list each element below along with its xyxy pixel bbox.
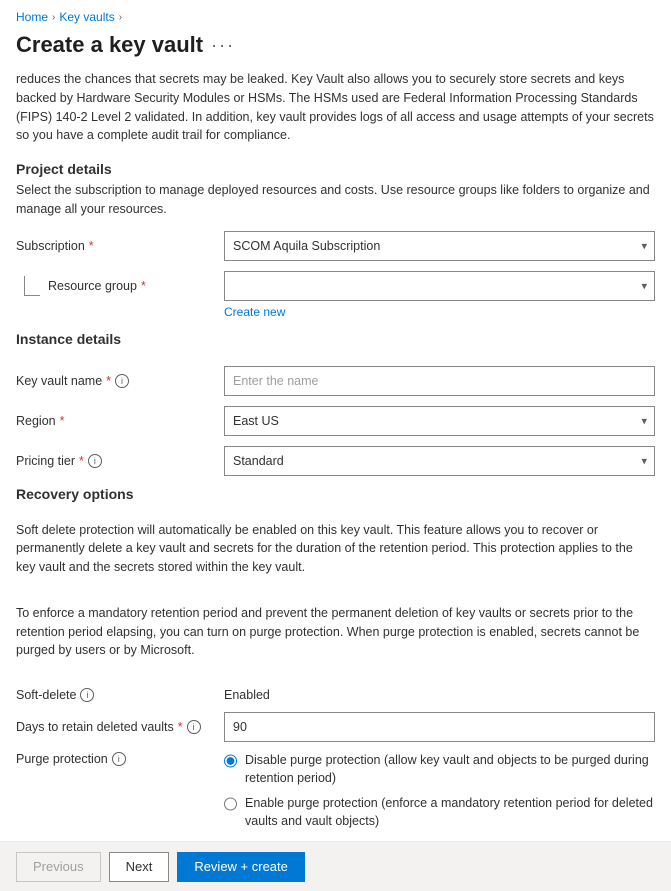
- recovery-text-1: Soft delete protection will automaticall…: [16, 521, 655, 577]
- instance-details-title: Instance details: [16, 331, 655, 347]
- region-control: East US ▾: [224, 406, 655, 436]
- purge-protection-disable-label: Disable purge protection (allow key vaul…: [245, 752, 655, 787]
- soft-delete-label: Soft-delete i: [16, 688, 216, 702]
- region-select-wrapper: East US ▾: [224, 406, 655, 436]
- subscription-control: SCOM Aquila Subscription ▾: [224, 231, 655, 261]
- pricing-tier-required: *: [79, 454, 84, 468]
- footer: Previous Next Review + create: [0, 841, 671, 891]
- resource-group-row: Resource group * ▾: [16, 271, 655, 301]
- subscription-select-wrapper: SCOM Aquila Subscription ▾: [224, 231, 655, 261]
- days-retain-label: Days to retain deleted vaults * i: [16, 720, 216, 734]
- days-retain-input[interactable]: 90: [224, 712, 655, 742]
- resource-group-indent: [24, 276, 40, 296]
- days-retain-required: *: [178, 720, 183, 734]
- purge-protection-enable-radio[interactable]: [224, 797, 237, 811]
- resource-group-select[interactable]: [224, 271, 655, 301]
- days-retain-row: Days to retain deleted vaults * i 90: [16, 712, 655, 742]
- purge-protection-disable-option[interactable]: Disable purge protection (allow key vaul…: [224, 752, 655, 787]
- more-options-icon[interactable]: ···: [211, 35, 235, 56]
- region-label: Region *: [16, 414, 216, 428]
- page-title: Create a key vault: [16, 32, 203, 58]
- key-vault-name-required: *: [106, 374, 111, 388]
- soft-delete-info-icon[interactable]: i: [80, 688, 94, 702]
- pricing-tier-row: Pricing tier * i Standard ▾: [16, 446, 655, 476]
- subscription-select[interactable]: SCOM Aquila Subscription: [224, 231, 655, 261]
- breadcrumb-home[interactable]: Home: [16, 10, 48, 24]
- key-vault-name-info-icon[interactable]: i: [115, 374, 129, 388]
- days-retain-control: 90: [224, 712, 655, 742]
- breadcrumb-chevron-2: ›: [119, 12, 122, 23]
- intro-text: reduces the chances that secrets may be …: [16, 70, 655, 145]
- purge-protection-enable-option[interactable]: Enable purge protection (enforce a manda…: [224, 795, 655, 830]
- purge-protection-row: Purge protection i Disable purge protect…: [16, 752, 655, 830]
- key-vault-name-input[interactable]: [224, 366, 655, 396]
- recovery-options-title: Recovery options: [16, 486, 655, 502]
- purge-protection-label: Purge protection i: [16, 752, 216, 766]
- breadcrumb-chevron-1: ›: [52, 12, 55, 23]
- resource-group-control: ▾: [224, 271, 655, 301]
- key-vault-name-label: Key vault name * i: [16, 374, 216, 388]
- project-details-title: Project details: [16, 161, 655, 177]
- purge-protection-enable-label: Enable purge protection (enforce a manda…: [245, 795, 655, 830]
- create-new-link[interactable]: Create new: [224, 305, 655, 319]
- region-select[interactable]: East US: [224, 406, 655, 436]
- resource-group-select-wrapper: ▾: [224, 271, 655, 301]
- previous-button[interactable]: Previous: [16, 852, 101, 882]
- project-details-desc: Select the subscription to manage deploy…: [16, 181, 655, 219]
- instance-details-section: Instance details Key vault name * i Regi…: [16, 331, 655, 476]
- content-area: reduces the chances that secrets may be …: [0, 70, 671, 850]
- next-button[interactable]: Next: [109, 852, 170, 882]
- breadcrumb: Home › Key vaults ›: [0, 0, 671, 28]
- soft-delete-row: Soft-delete i Enabled: [16, 687, 655, 702]
- purge-protection-disable-radio[interactable]: [224, 754, 237, 768]
- key-vault-name-row: Key vault name * i: [16, 366, 655, 396]
- breadcrumb-keyvaults[interactable]: Key vaults: [59, 10, 114, 24]
- pricing-tier-control: Standard ▾: [224, 446, 655, 476]
- pricing-tier-label: Pricing tier * i: [16, 454, 216, 468]
- resource-group-label-container: Resource group *: [16, 276, 216, 296]
- pricing-tier-select-wrapper: Standard ▾: [224, 446, 655, 476]
- pricing-tier-info-icon[interactable]: i: [88, 454, 102, 468]
- recovery-text-2: To enforce a mandatory retention period …: [16, 604, 655, 660]
- purge-protection-control: Disable purge protection (allow key vaul…: [224, 752, 655, 830]
- key-vault-name-control: [224, 366, 655, 396]
- soft-delete-value: Enabled: [224, 688, 270, 702]
- page-header: Create a key vault ···: [0, 28, 671, 70]
- subscription-required: *: [89, 239, 94, 253]
- purge-protection-info-icon[interactable]: i: [112, 752, 126, 766]
- region-row: Region * East US ▾: [16, 406, 655, 436]
- subscription-row: Subscription * SCOM Aquila Subscription …: [16, 231, 655, 261]
- subscription-label: Subscription *: [16, 239, 216, 253]
- region-required: *: [60, 414, 65, 428]
- soft-delete-value-container: Enabled: [224, 687, 655, 702]
- pricing-tier-select[interactable]: Standard: [224, 446, 655, 476]
- days-retain-info-icon[interactable]: i: [187, 720, 201, 734]
- review-create-button[interactable]: Review + create: [177, 852, 305, 882]
- resource-group-required: *: [141, 279, 146, 293]
- recovery-options-section: Recovery options Soft delete protection …: [16, 486, 655, 831]
- project-details-section: Project details Select the subscription …: [16, 161, 655, 319]
- purge-protection-radio-group: Disable purge protection (allow key vaul…: [224, 752, 655, 830]
